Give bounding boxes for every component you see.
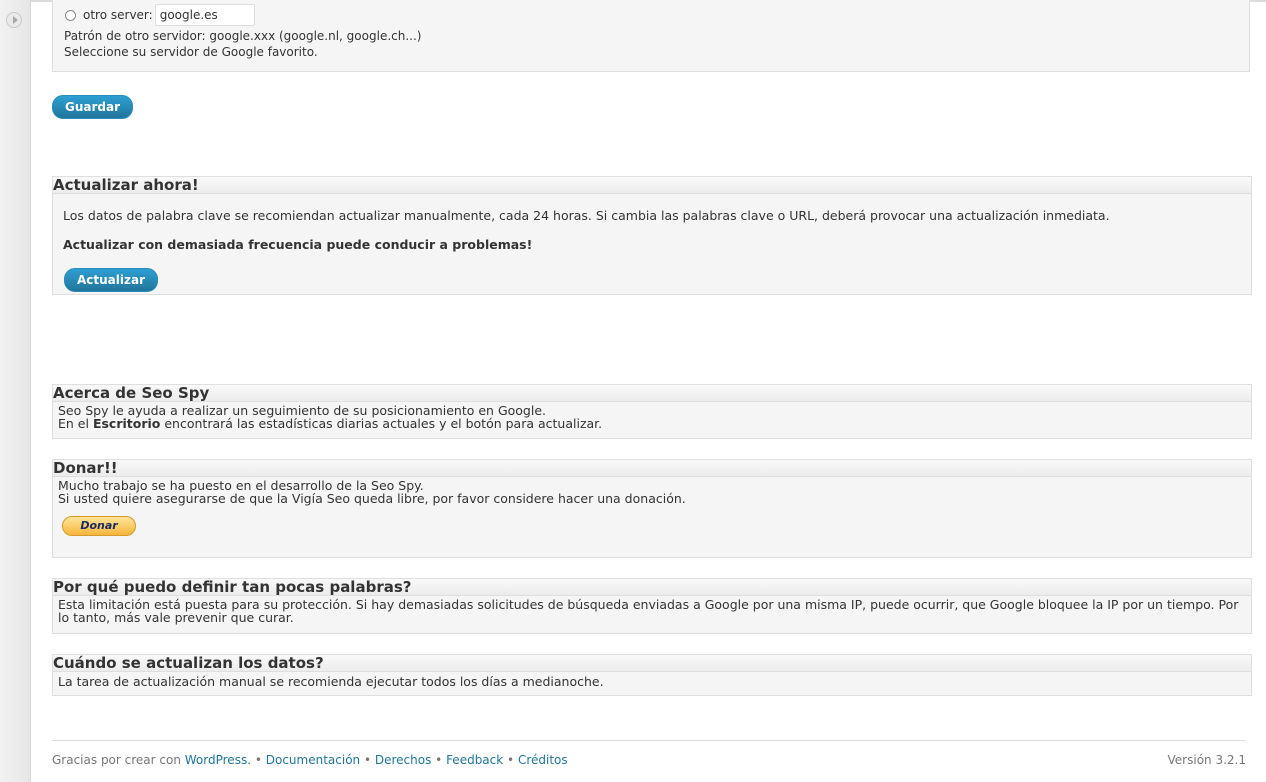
paypal-donate-button[interactable]: Donar [62, 516, 136, 536]
google-server-settings: otro server: Patrón de otro servidor: go… [52, 0, 1250, 72]
other-server-input[interactable] [154, 4, 255, 26]
footer-links: Gracias por crear con WordPress. • Docum… [52, 753, 568, 767]
credits-link[interactable]: Créditos [518, 753, 568, 767]
donate-title: Donar!! [53, 460, 1251, 477]
version-text: Versión 3.2.1 [1167, 753, 1246, 767]
when-updated-box: Cuándo se actualizan los datos? La tarea… [52, 654, 1252, 696]
about-box: Acerca de Seo Spy Seo Spy le ayuda a rea… [52, 384, 1252, 439]
server-help-text: Seleccione su servidor de Google favorit… [64, 45, 318, 59]
admin-sidebar [0, 0, 31, 782]
why-few-keywords-title: Por qué puedo definir tan pocas palabras… [53, 579, 1251, 596]
server-pattern-text: Patrón de otro servidor: google.xxx (goo… [64, 29, 422, 43]
when-updated-title: Cuándo se actualizan los datos? [53, 655, 1251, 672]
why-few-keywords-text: Esta limitación está puesta para su prot… [58, 597, 1239, 625]
update-now-box: Actualizar ahora! Los datos de palabra c… [52, 176, 1252, 295]
other-server-radio[interactable] [65, 9, 76, 21]
rights-link[interactable]: Derechos [375, 753, 431, 767]
update-description: Los datos de palabra clave se recomienda… [63, 208, 1110, 223]
collapse-menu-icon[interactable] [6, 12, 22, 28]
when-updated-text: La tarea de actualización manual se reco… [58, 674, 604, 689]
save-button[interactable]: Guardar [52, 95, 134, 119]
update-button[interactable]: Actualizar [64, 268, 159, 292]
feedback-link[interactable]: Feedback [446, 753, 503, 767]
why-few-keywords-box: Por qué puedo definir tan pocas palabras… [52, 578, 1252, 634]
update-warning: Actualizar con demasiada frecuencia pued… [63, 237, 533, 252]
other-server-row: otro server: [65, 4, 255, 26]
update-now-title: Actualizar ahora! [53, 177, 1251, 194]
dashboard-mention: Escritorio [92, 416, 161, 431]
donate-line-2: Si usted quiere asegurarse de que la Vig… [58, 491, 686, 506]
documentation-link[interactable]: Documentación [266, 753, 360, 767]
donate-box: Donar!! Mucho trabajo se ha puesto en el… [52, 459, 1252, 558]
admin-footer: Gracias por crear con WordPress. • Docum… [52, 740, 1246, 767]
other-server-label: otro server: [83, 8, 153, 22]
about-title: Acerca de Seo Spy [53, 385, 1251, 402]
about-line-2: En el Escritorio encontrará las estadíst… [58, 416, 603, 431]
wordpress-link[interactable]: WordPress. [185, 753, 251, 767]
